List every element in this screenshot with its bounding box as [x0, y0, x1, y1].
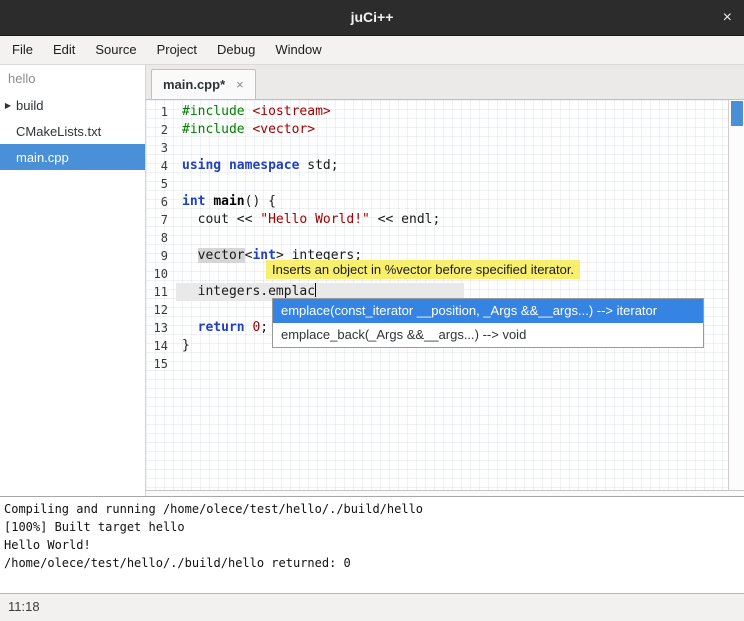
tree-item-label: main.cpp — [16, 150, 69, 165]
tree-item-label: build — [16, 98, 43, 113]
code-segment: <iostream> — [252, 104, 330, 119]
line-number: 11 — [146, 283, 176, 301]
code-segment: "Hello World!" — [260, 212, 370, 227]
output-panel[interactable]: Compiling and running /home/olece/test/h… — [0, 496, 744, 593]
code-segment: << endl; — [370, 212, 440, 227]
code-segment: int — [182, 194, 205, 209]
menu-item-window[interactable]: Window — [265, 36, 331, 64]
scrollbar-thumb[interactable] — [731, 101, 743, 126]
tree-item-label: CMakeLists.txt — [16, 124, 101, 139]
notebook: main.cpp* × 1#include <iostream>2#includ… — [146, 65, 744, 496]
tab-close-icon[interactable]: × — [236, 77, 244, 92]
code-text: cout << "Hello World!" << endl; — [176, 211, 440, 229]
code-segment — [182, 248, 198, 263]
line-number: 9 — [146, 247, 176, 265]
completion-item-1[interactable]: emplace_back(_Args &&__args...) --> void — [273, 323, 703, 347]
code-segment: return — [198, 320, 245, 335]
code-text — [176, 229, 182, 247]
code-segment: #include — [182, 104, 252, 119]
code-line-8[interactable]: 8 — [146, 229, 728, 247]
menu-item-debug[interactable]: Debug — [207, 36, 265, 64]
code-segment: namespace — [229, 158, 299, 173]
tab-main-cpp[interactable]: main.cpp* × — [151, 69, 256, 99]
code-line-5[interactable]: 5 — [146, 175, 728, 193]
line-number: 14 — [146, 337, 176, 355]
code-segment: main — [213, 194, 244, 209]
code-text: } — [176, 337, 190, 355]
text-cursor — [315, 283, 316, 297]
code-line-15[interactable]: 15 — [146, 355, 728, 373]
line-number: 1 — [146, 103, 176, 121]
tree-item-build[interactable]: ▶build — [0, 92, 145, 118]
line-number: 3 — [146, 139, 176, 157]
completion-tooltip: Inserts an object in %vector before spec… — [266, 260, 580, 279]
code-text: using namespace std; — [176, 157, 339, 175]
juci-window: { "window": { "title": "juCi++", "close_… — [0, 0, 744, 621]
line-number: 6 — [146, 193, 176, 211]
line-number: 12 — [146, 301, 176, 319]
line-number: 15 — [146, 355, 176, 373]
output-line-0: Compiling and running /home/olece/test/h… — [4, 500, 740, 518]
output-line-1: [100%] Built target hello — [4, 518, 740, 536]
window-title: juCi++ — [0, 0, 744, 35]
titlebar: juCi++ × — [0, 0, 744, 36]
statusbar: 11:18 — [0, 593, 744, 621]
code-line-3[interactable]: 3 — [146, 139, 728, 157]
code-segment: ; — [260, 320, 268, 335]
code-line-1[interactable]: 1#include <iostream> — [146, 103, 728, 121]
vertical-scrollbar[interactable] — [728, 100, 744, 490]
tree-item-main-cpp[interactable]: main.cpp — [0, 144, 145, 170]
code-segment: integers.emplac — [182, 284, 315, 299]
line-number: 5 — [146, 175, 176, 193]
menu-item-source[interactable]: Source — [85, 36, 146, 64]
project-name: hello — [0, 65, 145, 92]
code-text: int main() { — [176, 193, 276, 211]
code-text: return 0; — [176, 319, 268, 337]
code-segment — [182, 320, 198, 335]
line-number: 2 — [146, 121, 176, 139]
menu-item-file[interactable]: File — [2, 36, 43, 64]
output-line-3: /home/olece/test/hello/./build/hello ret… — [4, 554, 740, 572]
code-line-2[interactable]: 2#include <vector> — [146, 121, 728, 139]
code-text — [176, 265, 182, 283]
tab-label: main.cpp* — [163, 77, 225, 92]
window-close-icon[interactable]: × — [723, 0, 732, 35]
line-number: 10 — [146, 265, 176, 283]
sidebar: hello ▶build CMakeLists.txt main.cpp — [0, 65, 146, 496]
code-segment: #include — [182, 122, 252, 137]
expander-icon[interactable]: ▶ — [0, 101, 16, 110]
line-number: 7 — [146, 211, 176, 229]
code-segment: <vector> — [252, 122, 315, 137]
code-segment: std; — [299, 158, 338, 173]
line-number: 13 — [146, 319, 176, 337]
line-number: 4 — [146, 157, 176, 175]
code-text — [176, 175, 182, 193]
code-editor[interactable]: 1#include <iostream>2#include <vector>34… — [146, 100, 744, 490]
code-segment: () { — [245, 194, 276, 209]
code-text: #include <vector> — [176, 121, 315, 139]
tree-item-cmakelists-txt[interactable]: CMakeLists.txt — [0, 118, 145, 144]
menubar: FileEditSourceProjectDebugWindow — [0, 36, 744, 65]
output-line-2: Hello World! — [4, 536, 740, 554]
code-text — [176, 355, 182, 373]
cursor-position-label: 11:18 — [8, 599, 40, 614]
code-segment: cout << — [182, 212, 260, 227]
code-segment: vector — [198, 248, 245, 263]
completion-item-0[interactable]: emplace(const_iterator __position, _Args… — [273, 299, 703, 323]
code-segment — [221, 158, 229, 173]
code-segment: } — [182, 338, 190, 353]
code-line-4[interactable]: 4using namespace std; — [146, 157, 728, 175]
code-line-6[interactable]: 6int main() { — [146, 193, 728, 211]
menu-item-project[interactable]: Project — [147, 36, 207, 64]
line-number: 8 — [146, 229, 176, 247]
code-text — [176, 139, 182, 157]
code-text — [176, 301, 182, 319]
file-tree: ▶build CMakeLists.txt main.cpp — [0, 92, 145, 170]
menu-item-edit[interactable]: Edit — [43, 36, 85, 64]
code-segment: using — [182, 158, 221, 173]
code-text: #include <iostream> — [176, 103, 331, 121]
tabbar: main.cpp* × — [146, 65, 744, 100]
completion-popup: emplace(const_iterator __position, _Args… — [272, 298, 704, 348]
code-line-7[interactable]: 7 cout << "Hello World!" << endl; — [146, 211, 728, 229]
